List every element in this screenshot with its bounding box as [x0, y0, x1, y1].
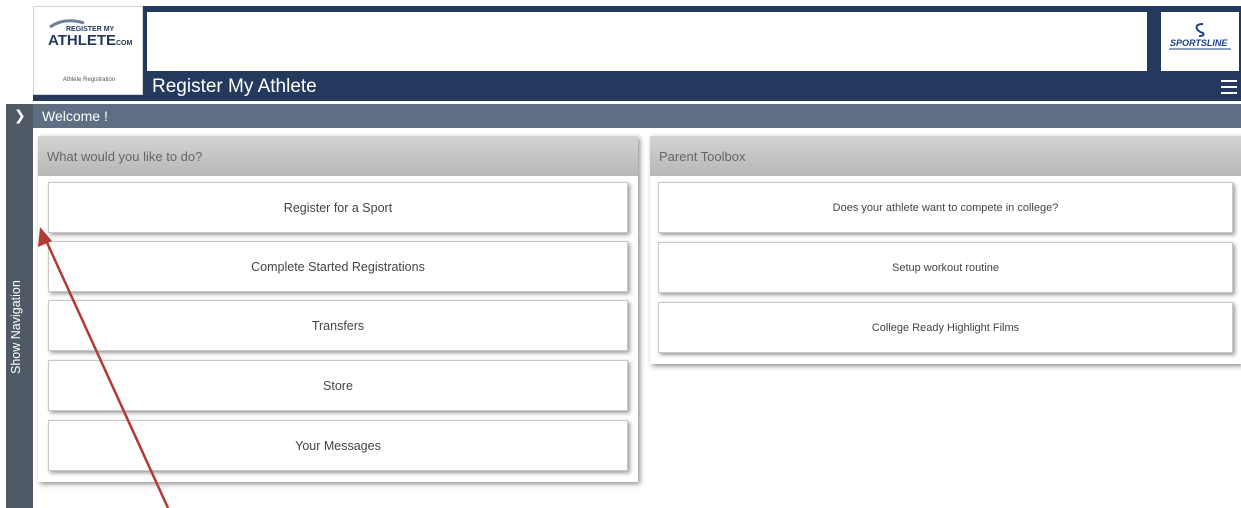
svg-text:.COM: .COM	[114, 40, 132, 47]
button-label: Your Messages	[295, 438, 381, 453]
logo-subtitle: Athlete Registration	[62, 77, 116, 83]
sportsline-logo-icon: SPORTSLINE	[1169, 23, 1231, 50]
button-label: College Ready Highlight Films	[871, 321, 1020, 334]
register-my-athlete-logo: REGISTER MY ATHLETE .COM	[48, 19, 132, 49]
button-label: Complete Started Registrations	[251, 259, 425, 274]
button-label: Register for a Sport	[283, 200, 393, 215]
welcome-bar: Welcome !	[33, 104, 1241, 128]
app-header: REGISTER MY ATHLETE .COM Athlete Registr…	[33, 6, 1241, 101]
parent-toolbox-panel: Parent Toolbox Does your athlete want to…	[650, 136, 1241, 364]
button-label: Does your athlete want to compete in col…	[832, 201, 1059, 214]
svg-text:ATHLETE: ATHLETE	[48, 32, 116, 49]
button-label: Store	[323, 378, 353, 393]
show-navigation-label: Show Navigation	[9, 280, 23, 374]
actions-panel-header: What would you like to do?	[38, 136, 638, 176]
actions-panel: What would you like to do? Register for …	[38, 136, 638, 482]
complete-started-registrations-button[interactable]: Complete Started Registrations	[48, 241, 628, 292]
transfers-button[interactable]: Transfers	[48, 300, 628, 351]
setup-workout-routine-button[interactable]: Setup workout routine	[658, 242, 1233, 293]
svg-text:SPORTSLINE: SPORTSLINE	[1170, 38, 1228, 48]
highlight-films-button[interactable]: College Ready Highlight Films	[658, 302, 1233, 353]
button-label: Transfers	[311, 318, 365, 333]
header-banner	[147, 12, 1147, 71]
actions-heading: What would you like to do?	[47, 149, 203, 164]
register-for-sport-button[interactable]: Register for a Sport	[48, 182, 628, 233]
toolbox-panel-header: Parent Toolbox	[650, 136, 1241, 176]
sponsor-logo[interactable]: SPORTSLINE	[1161, 12, 1239, 71]
your-messages-button[interactable]: Your Messages	[48, 420, 628, 471]
toolbox-heading: Parent Toolbox	[659, 149, 746, 164]
button-label: Setup workout routine	[891, 261, 999, 274]
store-button[interactable]: Store	[48, 360, 628, 411]
page-title: Register My Athlete	[152, 76, 317, 97]
compete-in-college-button[interactable]: Does your athlete want to compete in col…	[658, 182, 1233, 233]
site-logo[interactable]: REGISTER MY ATHLETE .COM Athlete Registr…	[33, 6, 143, 95]
chevron-right-icon: ❯	[14, 108, 26, 124]
hamburger-menu-icon[interactable]	[1221, 80, 1237, 94]
show-navigation-toggle[interactable]: ❯ Show Navigation	[6, 104, 33, 508]
welcome-text: Welcome !	[42, 108, 108, 124]
